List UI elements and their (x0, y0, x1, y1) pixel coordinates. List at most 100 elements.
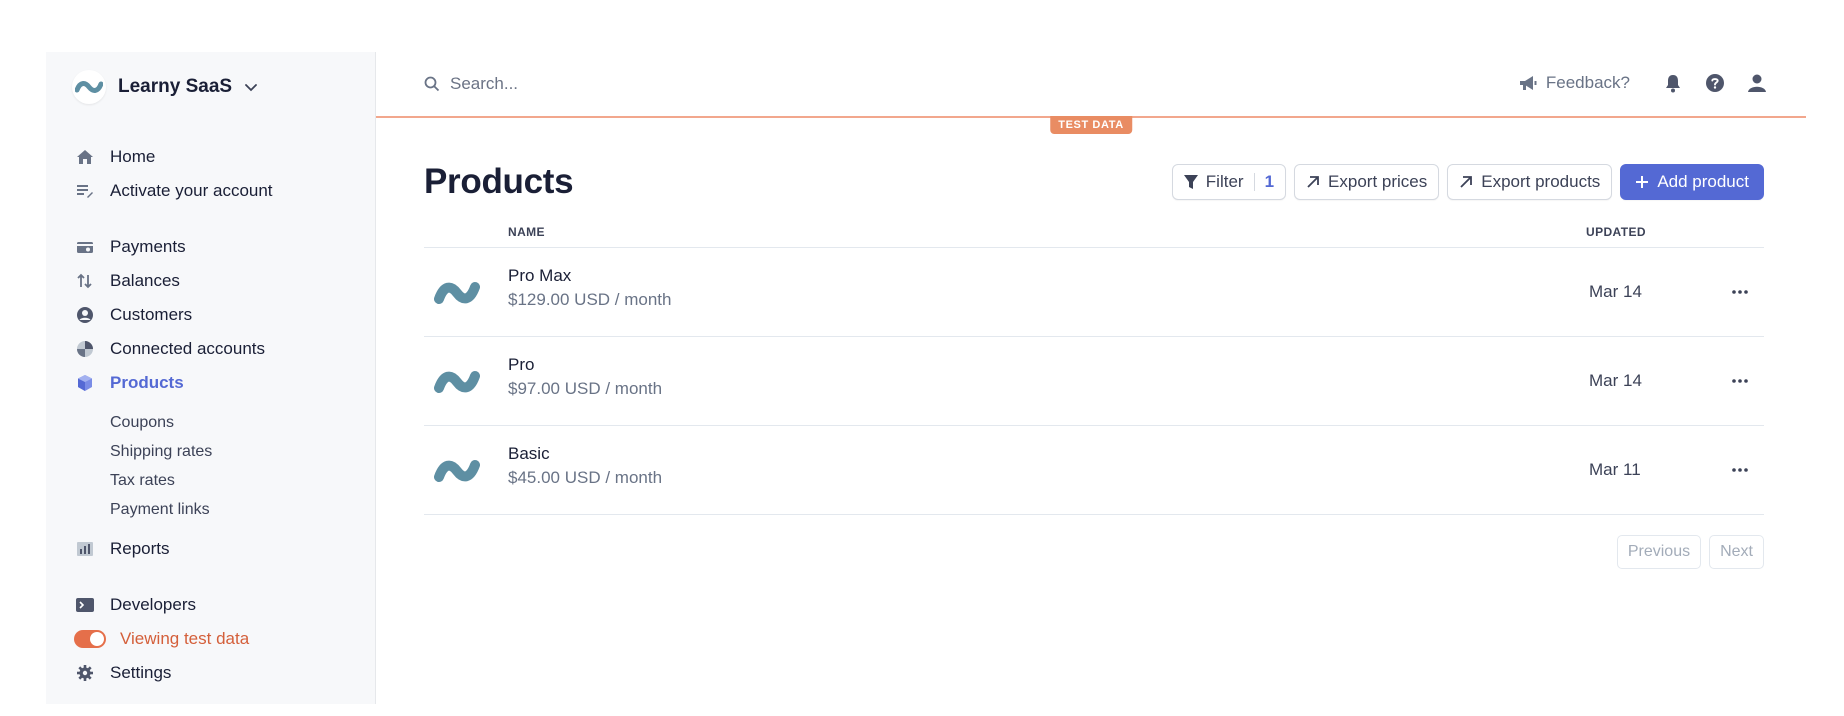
reports-icon (74, 538, 96, 560)
more-options-icon[interactable] (1726, 367, 1754, 395)
product-image (434, 270, 480, 316)
sidebar-item-connected-accounts[interactable]: Connected accounts (74, 332, 364, 366)
product-price: $97.00 USD / month (508, 379, 663, 398)
sidebar-item-label: Connected accounts (110, 339, 265, 358)
sidebar-subitem-coupons[interactable]: Coupons (74, 408, 364, 437)
sidebar-item-label: Developers (110, 595, 196, 614)
bell-icon[interactable] (1662, 72, 1684, 94)
page-actions: Filter 1 Export prices Export products A… (1171, 164, 1764, 200)
product-updated: Mar 14 (1589, 371, 1642, 390)
product-price: $45.00 USD / month (508, 468, 663, 487)
divider (1253, 173, 1255, 191)
filter-icon (1183, 174, 1198, 189)
arrow-up-right-icon (1307, 176, 1319, 188)
add-product-button[interactable]: Add product (1620, 164, 1764, 200)
sidebar-item-balances[interactable]: Balances (74, 264, 364, 298)
product-updated: Mar 14 (1589, 282, 1642, 301)
home-icon (74, 146, 96, 168)
export-prices-label: Export prices (1328, 172, 1428, 191)
more-options-icon[interactable] (1726, 278, 1754, 306)
chevron-down-icon (245, 84, 257, 92)
megaphone-icon (1519, 76, 1537, 90)
arrow-up-right-icon (1460, 176, 1473, 188)
product-name[interactable]: Pro (508, 355, 534, 375)
column-header-name[interactable]: NAME (508, 225, 545, 239)
column-header-updated[interactable]: UPDATED (1586, 225, 1646, 239)
plus-icon (1636, 176, 1649, 188)
sidebar-item-settings[interactable]: Settings (74, 656, 364, 690)
payments-icon (74, 236, 96, 258)
sidebar-item-label: Payments (110, 237, 186, 256)
sidebar-subitem-payment-links[interactable]: Payment links (74, 495, 364, 524)
main-content: Feedback? TEST DATA Products Filter 1 (376, 52, 1806, 704)
top-right-controls: Feedback? (1518, 72, 1768, 94)
sidebar-item-label: Products (110, 373, 184, 392)
sidebar-item-activate[interactable]: Activate your account (74, 174, 364, 208)
customer-icon (74, 304, 96, 326)
export-products-label: Export products (1481, 172, 1601, 191)
table-row[interactable]: Pro Max $129.00 USD / month Mar 14 (424, 248, 1764, 337)
products-table: NAME UPDATED Pro Max $129.00 USD / month… (424, 216, 1764, 515)
sidebar-item-home[interactable]: Home (74, 140, 364, 174)
sidebar-item-customers[interactable]: Customers (74, 298, 364, 332)
gear-icon (74, 662, 96, 684)
test-data-badge: TEST DATA (1050, 116, 1132, 134)
add-product-label: Add product (1657, 172, 1749, 191)
product-image (434, 448, 480, 494)
toggle-switch[interactable] (74, 630, 106, 648)
feedback-button[interactable]: Feedback? (1518, 73, 1630, 93)
products-page: Products Filter 1 Export prices Export p… (424, 158, 1764, 569)
terminal-icon (74, 594, 96, 616)
checklist-icon (74, 180, 96, 202)
sidebar-item-label: Settings (110, 663, 172, 682)
sidebar-item-payments[interactable]: Payments (74, 230, 364, 264)
box-icon (74, 372, 96, 394)
sidebar-item-developers[interactable]: Developers (74, 588, 364, 622)
top-bar: Feedback? TEST DATA (376, 52, 1806, 134)
table-row[interactable]: Pro $97.00 USD / month Mar 14 (424, 337, 1764, 426)
help-icon[interactable] (1704, 72, 1726, 94)
sidebar: Learny SaaS Home Activate your account P… (46, 52, 376, 704)
sidebar-item-label: Home (110, 147, 156, 166)
sidebar-subitem-tax-rates[interactable]: Tax rates (74, 466, 364, 495)
next-page-button[interactable]: Next (1709, 535, 1764, 569)
sidebar-item-reports[interactable]: Reports (74, 532, 364, 566)
export-products-button[interactable]: Export products (1447, 164, 1613, 200)
product-updated: Mar 11 (1589, 460, 1641, 479)
balances-icon (74, 270, 96, 292)
more-options-icon[interactable] (1726, 456, 1754, 484)
export-prices-button[interactable]: Export prices (1294, 164, 1440, 200)
sidebar-item-label: Balances (110, 271, 180, 290)
search-input[interactable] (450, 74, 910, 94)
filter-count-badge: 1 (1264, 172, 1275, 191)
table-header: NAME UPDATED (424, 216, 1764, 248)
account-switcher[interactable]: Learny SaaS (72, 70, 258, 104)
test-mode-label: Viewing test data (120, 629, 250, 648)
test-mode-toggle[interactable]: Viewing test data (74, 622, 364, 656)
account-name: Learny SaaS (118, 76, 233, 97)
table-row[interactable]: Basic $45.00 USD / month Mar 11 (424, 426, 1764, 515)
sidebar-item-label: Customers (110, 305, 193, 324)
feedback-label: Feedback? (1545, 73, 1630, 92)
sidebar-nav: Home Activate your account Payments Bala… (74, 140, 364, 690)
search-bar[interactable] (424, 74, 924, 94)
product-name[interactable]: Basic (508, 444, 550, 464)
page-header: Products Filter 1 Export prices Export p… (424, 158, 1764, 206)
connected-accounts-icon (74, 338, 96, 360)
product-price: $129.00 USD / month (508, 290, 672, 309)
pagination: Previous Next (424, 535, 1764, 569)
brand-logo-icon (72, 70, 106, 104)
product-name[interactable]: Pro Max (508, 266, 571, 286)
previous-page-button[interactable]: Previous (1616, 535, 1702, 569)
sidebar-item-label: Reports (110, 539, 170, 558)
app-window: Learny SaaS Home Activate your account P… (46, 52, 1806, 704)
filter-label: Filter (1205, 172, 1244, 191)
product-image (434, 359, 480, 405)
filter-button[interactable]: Filter 1 (1171, 164, 1287, 200)
page-title: Products (424, 162, 574, 201)
user-icon[interactable] (1746, 72, 1768, 94)
sidebar-item-label: Activate your account (110, 181, 273, 200)
sidebar-subitem-shipping-rates[interactable]: Shipping rates (74, 437, 364, 466)
search-icon (424, 76, 440, 92)
sidebar-item-products[interactable]: Products (74, 366, 364, 400)
